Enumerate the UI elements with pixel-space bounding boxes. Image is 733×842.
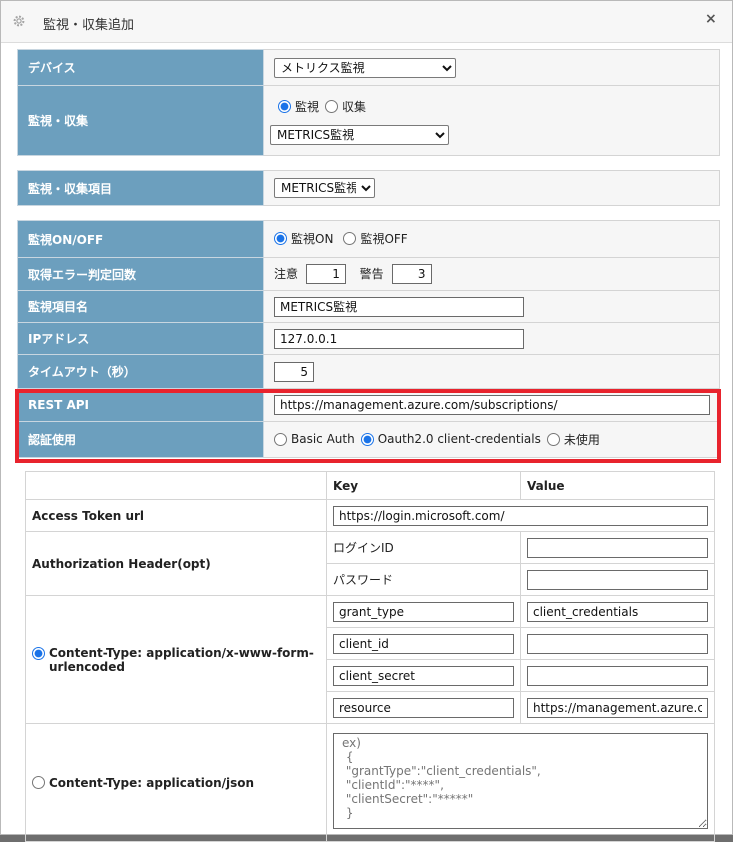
monitor-radio-option[interactable]: 監視 — [278, 98, 319, 115]
collect-radio-option[interactable]: 収集 — [325, 98, 366, 115]
form-key-input[interactable] — [333, 697, 514, 718]
monitor-off-label: 監視OFF — [360, 232, 408, 246]
monitor-off-option[interactable]: 監視OFF — [343, 230, 408, 247]
ip-address-input[interactable] — [274, 328, 524, 349]
device-section: デバイス メトリクス監視 監視・収集 監視 収集 METRICS監視 — [17, 49, 720, 156]
json-content-type-label: Content-Type: application/json — [49, 775, 255, 790]
oauth-settings-table: Key Value Access Token url Authorization… — [25, 471, 715, 842]
rest-api-input[interactable] — [274, 395, 710, 415]
form-content-type-label: Content-Type: application/x-www-form-url… — [49, 645, 314, 674]
timeout-input[interactable] — [274, 361, 314, 382]
error-count-label: 取得エラー判定回数 — [17, 257, 264, 291]
value-header: Value — [520, 471, 715, 500]
form-value-input[interactable] — [527, 633, 708, 654]
access-token-url-label: Access Token url — [25, 499, 327, 532]
form-content-type-cell: Content-Type: application/x-www-form-url… — [25, 595, 327, 724]
add-monitor-dialog: 監視・収集追加 × デバイス メトリクス監視 監視・収集 監視 収集 METRI — [0, 0, 733, 842]
warning-count-input[interactable] — [391, 264, 432, 284]
key-header: Key — [326, 471, 521, 500]
monitor-radio-label: 監視 — [295, 100, 320, 114]
auth-none-label: 未使用 — [563, 432, 600, 447]
form-value-input[interactable] — [527, 665, 708, 686]
json-content-type-cell: Content-Type: application/json — [25, 723, 327, 842]
item-name-label: 監視項目名 — [17, 290, 264, 323]
json-content-type-option[interactable]: Content-Type: application/json — [32, 776, 320, 790]
close-icon[interactable]: × — [705, 11, 717, 27]
monitor-on-radio[interactable] — [274, 232, 287, 245]
form-content-type-radio[interactable] — [32, 646, 45, 660]
rest-api-label: REST API — [17, 388, 264, 422]
monitor-collect-label: 監視・収集 — [17, 85, 264, 156]
basic-auth-radio[interactable] — [274, 432, 287, 446]
warning-label: 警告 — [359, 267, 384, 281]
monitor-type-select[interactable]: METRICS監視 — [270, 125, 449, 145]
login-id-input[interactable] — [527, 537, 708, 558]
json-content-type-radio[interactable] — [32, 776, 45, 789]
oauth-radio[interactable] — [360, 432, 374, 446]
ip-address-label: IPアドレス — [17, 322, 264, 355]
monitor-item-label: 監視・収集項目 — [17, 170, 264, 206]
item-name-input[interactable] — [274, 296, 524, 317]
collect-radio-label: 収集 — [342, 100, 367, 114]
monitor-onoff-label: 監視ON/OFF — [17, 220, 264, 258]
form-key-input[interactable] — [333, 601, 514, 622]
password-input[interactable] — [527, 569, 708, 590]
password-label: パスワード — [326, 563, 521, 596]
dialog-titlebar: 監視・収集追加 × — [1, 1, 732, 43]
oauth-label: Oauth2.0 client-credentials — [377, 432, 541, 446]
collect-radio[interactable] — [325, 100, 339, 113]
json-body-textarea[interactable] — [333, 733, 708, 829]
monitor-on-label: 監視ON — [291, 232, 334, 246]
monitor-radio[interactable] — [278, 100, 291, 113]
auth-none-radio[interactable] — [546, 432, 560, 446]
form-content-type-option[interactable]: Content-Type: application/x-www-form-url… — [32, 646, 320, 674]
caution-count-input[interactable] — [305, 264, 346, 284]
timeout-label: タイムアウト（秒） — [17, 354, 264, 389]
auth-use-label: 認証使用 — [17, 421, 264, 458]
form-key-input[interactable] — [333, 665, 514, 686]
monitor-off-radio[interactable] — [343, 232, 357, 245]
basic-auth-option[interactable]: Basic Auth — [274, 432, 355, 446]
dialog-title: 監視・収集追加 — [43, 18, 135, 33]
auth-table-corner — [25, 471, 327, 500]
device-label: デバイス — [17, 49, 264, 86]
device-select[interactable]: メトリクス監視 — [274, 57, 456, 78]
form-key-input[interactable] — [333, 633, 514, 654]
gear-icon — [13, 15, 25, 27]
login-id-label: ログインID — [326, 531, 521, 564]
auth-none-option[interactable]: 未使用 — [546, 431, 600, 448]
monitor-item-section: 監視・収集項目 METRICS監視 — [17, 170, 720, 206]
access-token-url-input[interactable] — [333, 505, 708, 526]
monitor-detail-section: 監視ON/OFF 監視ON 監視OFF 取得エラー判定回数 注意 警告 監視項目… — [17, 220, 720, 458]
basic-auth-label: Basic Auth — [291, 432, 355, 446]
monitor-on-option[interactable]: 監視ON — [274, 230, 333, 247]
form-value-input[interactable] — [527, 697, 708, 718]
authorization-header-label: Authorization Header(opt) — [25, 531, 327, 596]
monitor-item-select[interactable]: METRICS監視 — [274, 178, 375, 198]
oauth-option[interactable]: Oauth2.0 client-credentials — [360, 432, 541, 446]
form-value-input[interactable] — [527, 601, 708, 622]
caution-label: 注意 — [274, 267, 299, 281]
